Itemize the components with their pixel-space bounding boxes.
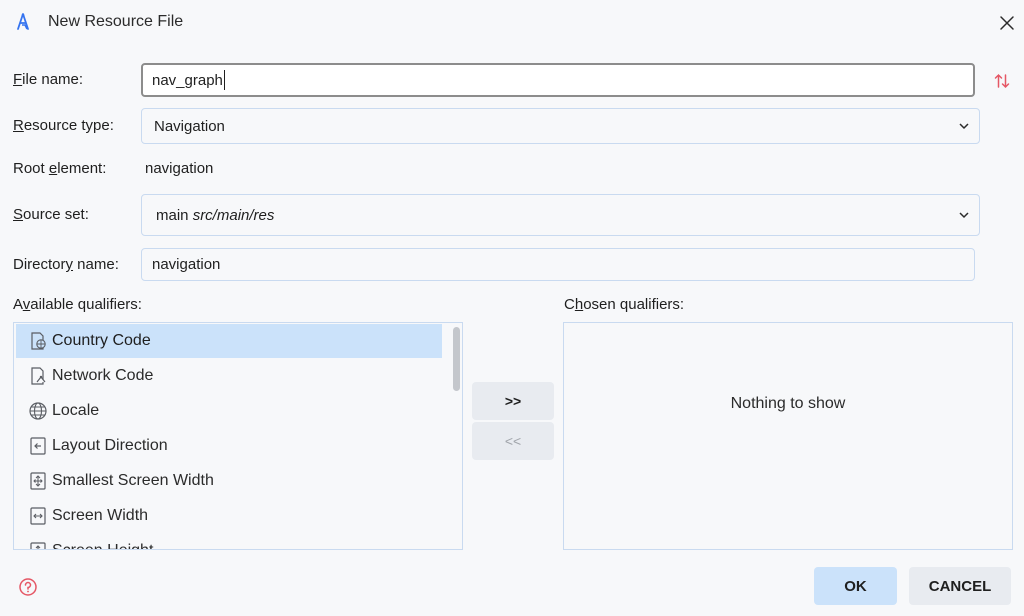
resource-type-label: Resource type: xyxy=(13,117,114,134)
available-qualifiers-list[interactable]: Country Code Network Code Locale Layout … xyxy=(13,322,463,550)
list-item-smallest-screen-width[interactable]: Smallest Screen Width xyxy=(16,464,442,498)
source-set-name: main xyxy=(156,206,189,224)
list-item-screen-height[interactable]: Screen Height xyxy=(16,534,442,549)
list-item-layout-direction[interactable]: Layout Direction xyxy=(16,429,442,463)
window-title: New Resource File xyxy=(48,13,184,30)
add-qualifier-button[interactable]: >> xyxy=(472,382,554,420)
resource-type-dropdown[interactable]: Navigation xyxy=(141,108,980,144)
globe-icon xyxy=(29,402,47,420)
list-item-network-code[interactable]: Network Code xyxy=(16,359,442,393)
cancel-button[interactable]: CANCEL xyxy=(909,567,1011,605)
directory-name-label: Directory name: xyxy=(13,256,119,273)
ok-button[interactable]: OK xyxy=(814,567,897,605)
source-set-path: src/main/res xyxy=(192,206,275,224)
close-icon[interactable] xyxy=(994,10,1020,36)
list-item-screen-width[interactable]: Screen Width xyxy=(16,499,442,533)
list-item-locale[interactable]: Locale xyxy=(16,394,442,428)
root-element-value: navigation xyxy=(145,160,214,177)
root-element-label: Root element: xyxy=(13,160,107,177)
layout-direction-icon xyxy=(30,437,46,455)
chevron-down-icon xyxy=(959,123,969,130)
screen-height-icon xyxy=(30,542,46,549)
chosen-qualifiers-list[interactable]: Nothing to show xyxy=(563,322,1013,550)
source-set-dropdown[interactable]: main src/main/res xyxy=(141,194,980,236)
android-studio-logo-icon xyxy=(17,13,29,30)
file-name-label: File name: xyxy=(13,71,84,88)
list-item-country-code[interactable]: Country Code xyxy=(16,324,442,358)
empty-state-text: Nothing to show xyxy=(730,395,846,412)
list-scrollbar[interactable] xyxy=(453,327,460,391)
smallest-width-icon xyxy=(30,472,46,490)
source-set-label: Source set: xyxy=(13,206,89,223)
sort-arrows-icon[interactable] xyxy=(994,72,1010,90)
available-qualifiers-label: Available qualifiers: xyxy=(13,296,142,313)
text-caret xyxy=(223,70,225,90)
chosen-qualifiers-label: Chosen qualifiers: xyxy=(564,296,685,313)
remove-qualifier-button[interactable]: << xyxy=(472,422,554,460)
chevron-down-icon xyxy=(959,212,969,219)
directory-name-input[interactable]: navigation xyxy=(141,248,975,281)
title-bar: New Resource File xyxy=(0,0,1024,46)
country-code-icon xyxy=(31,332,46,350)
screen-width-icon xyxy=(30,507,46,525)
help-icon[interactable] xyxy=(18,577,38,597)
file-name-input[interactable]: nav_graph xyxy=(141,63,975,97)
network-code-icon xyxy=(31,367,46,385)
